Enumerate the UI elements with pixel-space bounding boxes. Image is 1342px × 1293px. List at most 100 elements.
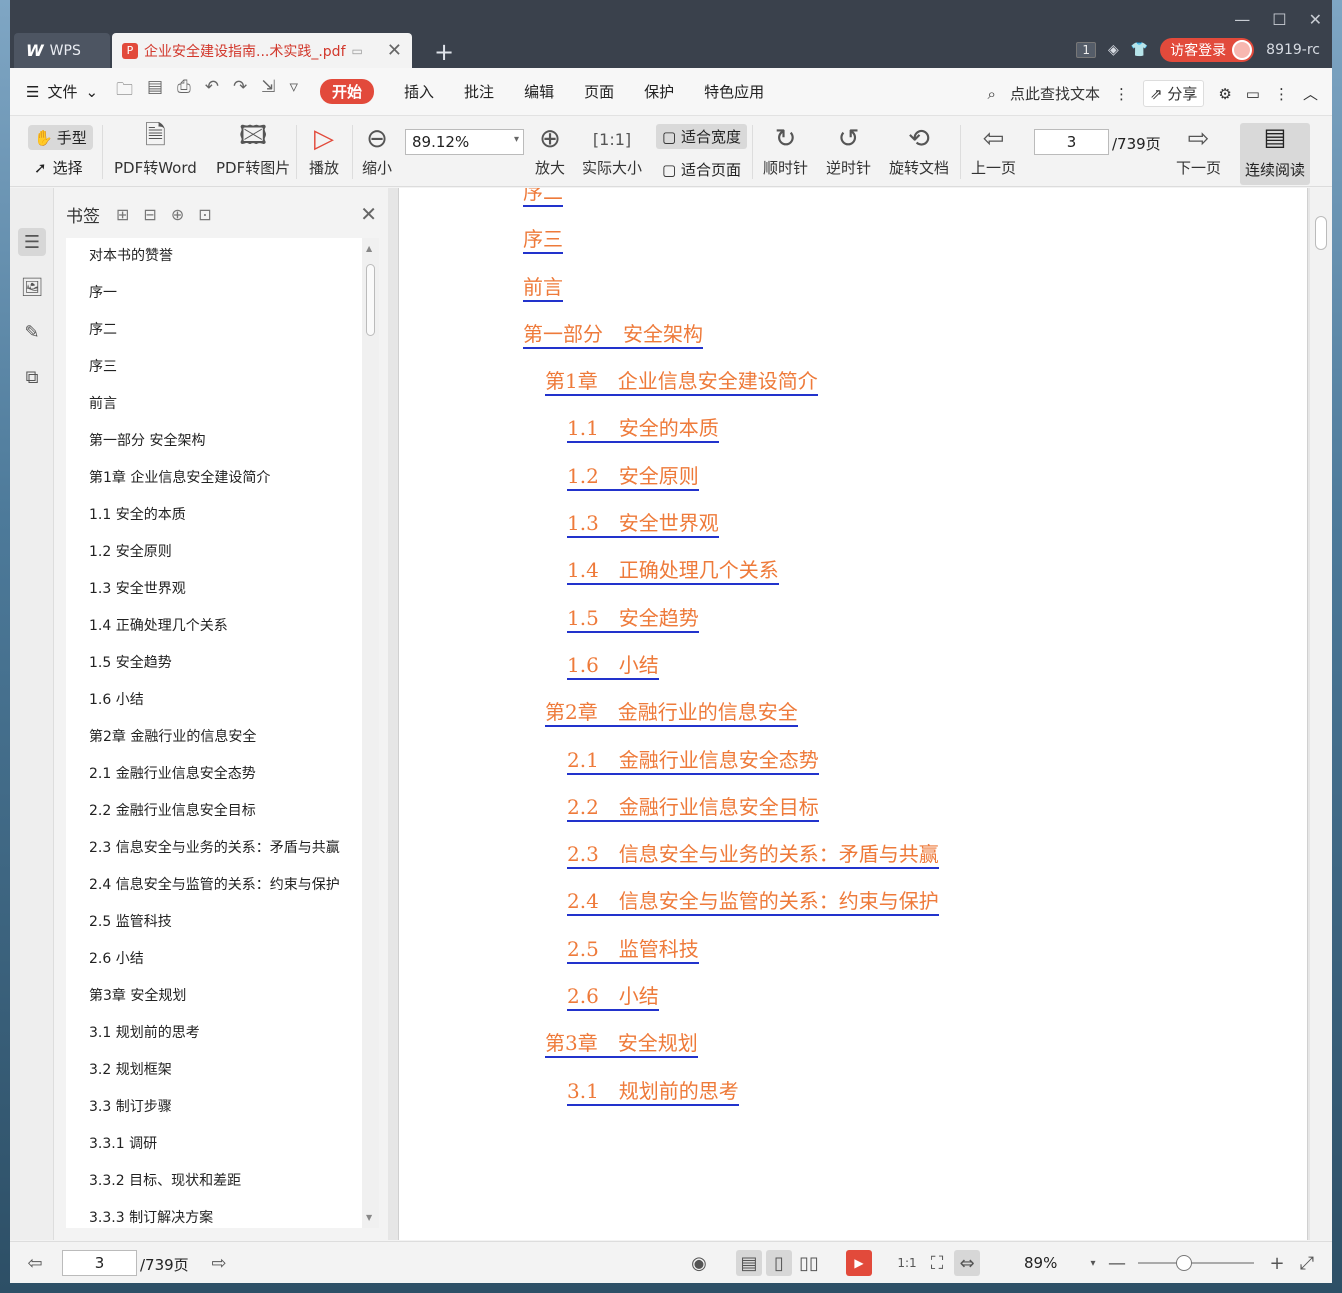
play-icon[interactable]: ▶ (846, 1250, 872, 1276)
close-panel-icon[interactable]: ✕ (360, 202, 377, 226)
share-button[interactable]: ⇗ 分享 (1142, 80, 1205, 107)
toc-link[interactable]: 第3章 安全规划 (545, 1031, 698, 1059)
bookmark-item[interactable]: 序三 (66, 349, 362, 386)
toc-link[interactable]: 3.1 规划前的思考 (567, 1078, 739, 1106)
toc-link[interactable]: 2.3 信息安全与业务的关系：矛盾与共赢 (567, 842, 939, 870)
bookmark-item[interactable]: 1.3 安全世界观 (66, 571, 362, 608)
visitor-login-button[interactable]: 访客登录 (1160, 38, 1255, 62)
pdf-to-word-button[interactable]: 🗎 PDF转Word (114, 121, 197, 178)
image-extract-panel-icon[interactable]: ⧉ (18, 363, 46, 391)
status-page-input[interactable]: 3 (62, 1250, 137, 1276)
bookmark-scrollbar[interactable]: ▲ ▼ (362, 238, 379, 1228)
bookmark-item[interactable]: 第2章 金融行业的信息安全 (66, 719, 362, 756)
tab-protect[interactable]: 保护 (644, 81, 674, 102)
bookmark-item[interactable]: 第1章 企业信息安全建设简介 (66, 460, 362, 497)
actual-size-button[interactable]: [1:1] 实际大小 (582, 121, 642, 178)
toc-link[interactable]: 2.4 信息安全与监管的关系：约束与保护 (567, 889, 939, 917)
gear-icon[interactable]: ⚙ (1218, 85, 1231, 103)
hand-tool-button[interactable]: ✋ 手型 (28, 125, 93, 150)
bookmark-item[interactable]: 3.3.2 目标、现状和差距 (66, 1163, 362, 1200)
fit-page-icon[interactable]: ⛶ (924, 1250, 950, 1276)
annotation-panel-icon[interactable]: ✎ (18, 318, 46, 346)
actual-size-icon[interactable]: 1:1 (894, 1250, 920, 1276)
delete-bookmark-icon[interactable]: ⊡ (198, 205, 211, 224)
tab-edit[interactable]: 编辑 (524, 81, 554, 102)
toc-link[interactable]: 第一部分 安全架构 (523, 321, 703, 349)
toc-link[interactable]: 2.2 金融行业信息安全目标 (567, 794, 819, 822)
bookmark-item[interactable]: 对本书的赞誉 (66, 238, 362, 275)
scroll-up-icon[interactable]: ▲ (366, 244, 372, 253)
next-page-icon[interactable]: ⇨ (206, 1250, 232, 1276)
toc-link[interactable]: 1.4 正确处理几个关系 (567, 558, 779, 586)
monitor-icon[interactable]: ▭ (352, 44, 363, 58)
comment-icon[interactable]: ▭ (1246, 85, 1260, 103)
bookmark-item[interactable]: 1.5 安全趋势 (66, 645, 362, 682)
scroll-down-icon[interactable]: ▼ (366, 1213, 372, 1222)
tab-close-icon[interactable]: ✕ (387, 40, 402, 61)
toc-link[interactable]: 2.1 金融行业信息安全态势 (567, 747, 819, 775)
bookmark-item[interactable]: 2.1 金融行业信息安全态势 (66, 756, 362, 793)
rotate-document-button[interactable]: ⟲ 旋转文档 (889, 121, 949, 178)
continuous-view-icon[interactable]: ▤ (736, 1250, 762, 1276)
pdf-to-image-button[interactable]: 🖾 PDF转图片 (216, 121, 290, 178)
bookmark-item[interactable]: 3.1 规划前的思考 (66, 1015, 362, 1052)
tab-annotate[interactable]: 批注 (464, 81, 494, 102)
more-dropdown-icon[interactable]: ▿ (289, 77, 298, 106)
toc-link[interactable]: 2.5 监管科技 (567, 936, 699, 964)
zoom-slider-knob[interactable] (1176, 1255, 1193, 1271)
toc-link[interactable]: 1.5 安全趋势 (567, 605, 699, 633)
toc-link[interactable]: 序二 (523, 188, 563, 207)
maximize-icon[interactable]: ☐ (1272, 10, 1286, 29)
tab-features[interactable]: 特色应用 (704, 81, 764, 102)
minimize-icon[interactable]: — (1234, 10, 1250, 29)
page-number-input[interactable]: 3 (1034, 129, 1109, 155)
add-bookmark-icon[interactable]: ⊕ (171, 205, 184, 224)
skin-icon[interactable]: ◈ (1108, 42, 1119, 58)
bookmark-item[interactable]: 1.2 安全原则 (66, 534, 362, 571)
bookmark-item[interactable]: 1.1 安全的本质 (66, 497, 362, 534)
tab-start[interactable]: 开始 (320, 79, 375, 104)
wps-home-tab[interactable]: W WPS (14, 33, 110, 68)
two-page-view-icon[interactable]: ▯▯ (796, 1250, 822, 1276)
zoom-select[interactable]: 89.12% ▾ (405, 129, 524, 155)
fullscreen-icon[interactable]: ⤢ (1294, 1250, 1320, 1276)
add-tab-icon[interactable]: + (434, 38, 454, 66)
eye-protection-icon[interactable]: ◉ (686, 1250, 712, 1276)
prev-page-icon[interactable]: ⇦ (22, 1250, 48, 1276)
bookmark-item[interactable]: 3.3 制订步骤 (66, 1089, 362, 1126)
status-zoom-value[interactable]: 89% (1024, 1254, 1057, 1272)
document-scroll-thumb[interactable] (1315, 216, 1327, 250)
document-scrollbar[interactable] (1310, 188, 1332, 1240)
close-icon[interactable]: ✕ (1309, 10, 1322, 29)
toc-link[interactable]: 前言 (523, 274, 563, 302)
zoom-out-button[interactable]: ⊖ 缩小 (362, 121, 392, 178)
document-tab[interactable]: P 企业安全建设指南...术实践_.pdf ▭ ✕ (112, 33, 412, 68)
fit-width-button[interactable]: ▢ 适合宽度 (656, 124, 747, 149)
continuous-reading-button[interactable]: ▤ 连续阅读 (1240, 123, 1310, 185)
bookmark-item[interactable]: 1.4 正确处理几个关系 (66, 608, 362, 645)
toc-link[interactable]: 1.1 安全的本质 (567, 416, 719, 444)
search-icon[interactable]: ⌕ (988, 85, 996, 103)
print-icon[interactable]: ⎙ (177, 77, 191, 106)
rotate-counterclockwise-button[interactable]: ↺ 逆时针 (826, 121, 871, 178)
search-text-button[interactable]: 点此查找文本 (1010, 83, 1100, 104)
bookmark-item[interactable]: 第一部分 安全架构 (66, 423, 362, 460)
fit-width-icon[interactable]: ⇔ (954, 1250, 980, 1276)
tab-page[interactable]: 页面 (584, 81, 614, 102)
bookmark-item[interactable]: 3.2 规划框架 (66, 1052, 362, 1089)
bookmark-item[interactable]: 2.4 信息安全与监管的关系：约束与保护 (66, 867, 362, 904)
redo-icon[interactable]: ↷ (233, 77, 247, 106)
more-vertical-icon[interactable]: ⋮ (1114, 85, 1129, 103)
collapse-all-icon[interactable]: ⊟ (143, 205, 156, 224)
next-page-button[interactable]: ⇨ 下一页 (1176, 121, 1221, 178)
rotate-clockwise-button[interactable]: ↻ 顺时针 (763, 121, 808, 178)
bookmark-item[interactable]: 2.3 信息安全与业务的关系：矛盾与共赢 (66, 830, 362, 867)
select-tool-button[interactable]: ➚ 选择 (34, 157, 83, 178)
undo-icon[interactable]: ↶ (205, 77, 219, 106)
save-icon[interactable]: ▤ (147, 77, 163, 106)
bookmark-scroll-thumb[interactable] (366, 264, 375, 336)
bookmark-item[interactable]: 3.3.3 制订解决方案 (66, 1200, 362, 1228)
export-icon[interactable]: ⇲ (261, 77, 275, 106)
bookmark-item[interactable]: 前言 (66, 386, 362, 423)
bookmark-item[interactable]: 1.6 小结 (66, 682, 362, 719)
